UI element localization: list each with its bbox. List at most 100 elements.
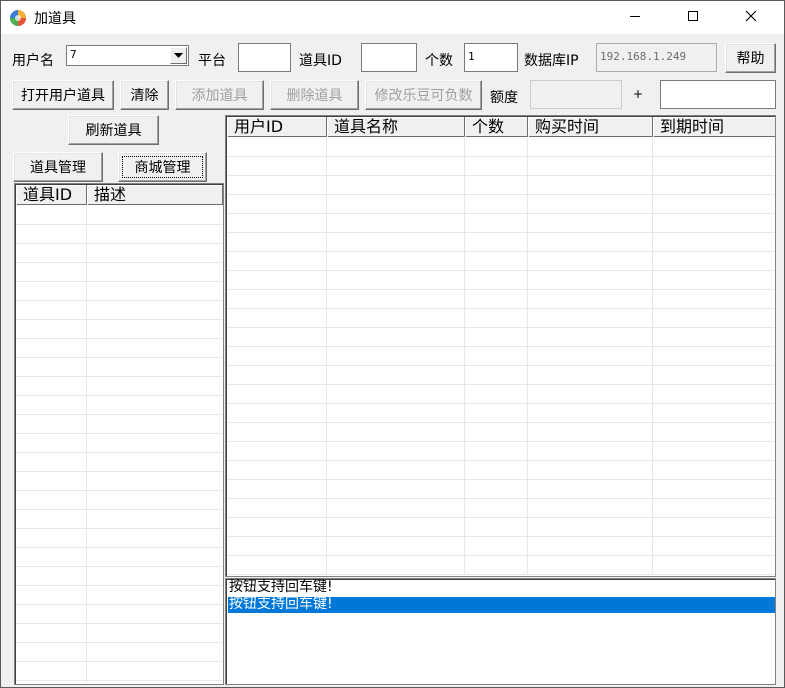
add-item-button[interactable]: 添加道具 — [175, 80, 264, 110]
grid-row-line — [227, 270, 774, 271]
grid-row-line — [227, 327, 774, 328]
grid-row-line — [16, 509, 222, 510]
grid-row-line — [227, 308, 774, 309]
column-count[interactable]: 个数 — [465, 117, 528, 137]
column-expire-time[interactable]: 到期时间 — [653, 117, 775, 137]
grid-row-line — [16, 395, 222, 396]
grid-row-line — [16, 585, 222, 586]
grid-row-line — [16, 452, 222, 453]
grid-row-line — [227, 536, 774, 537]
username-combobox[interactable]: 7 — [66, 45, 189, 66]
platform-input[interactable] — [238, 43, 291, 72]
grid-row-line — [16, 319, 222, 320]
grid-row-line — [227, 346, 774, 347]
plus-label: + — [633, 87, 644, 101]
column-user-id[interactable]: 用户ID — [227, 117, 327, 137]
grid-row-line — [227, 498, 774, 499]
item-list-header: 道具ID 描述 — [16, 185, 223, 205]
log-line[interactable]: 按钮支持回车键! — [228, 580, 775, 596]
close-button[interactable] — [722, 1, 780, 34]
item-list-grid — [16, 206, 222, 683]
item-manage-button[interactable]: 道具管理 — [13, 152, 103, 182]
grid-row-line — [16, 604, 222, 605]
grid-row-line — [16, 661, 222, 662]
grid-row-line — [227, 479, 774, 480]
main-window: 加道具 用户名 7 平台 道具ID 个数 1 数据库IP 192.168.1.2… — [0, 0, 785, 688]
db-ip-label: 数据库IP — [524, 53, 579, 69]
delete-item-button[interactable]: 删除道具 — [270, 80, 359, 110]
grid-row-line — [227, 175, 774, 176]
db-ip-field[interactable]: 192.168.1.249 — [596, 43, 717, 72]
maximize-icon — [687, 10, 699, 26]
grid-row-line — [227, 156, 774, 157]
window-title: 加道具 — [34, 11, 76, 27]
quota-label: 额度 — [490, 90, 518, 106]
grid-column-line — [86, 206, 87, 683]
user-items-grid — [227, 138, 774, 575]
column-description[interactable]: 描述 — [87, 185, 223, 205]
grid-row-line — [16, 566, 222, 567]
grid-column-line — [652, 138, 653, 575]
refresh-items-button[interactable]: 刷新道具 — [68, 115, 159, 145]
grid-column-line — [326, 138, 327, 575]
grid-row-line — [16, 357, 222, 358]
grid-row-line — [16, 376, 222, 377]
title-bar[interactable]: 加道具 — [1, 1, 784, 34]
grid-row-line — [16, 262, 222, 263]
grid-row-line — [16, 281, 222, 282]
grid-column-line — [464, 138, 465, 575]
grid-row-line — [227, 194, 774, 195]
column-item-name[interactable]: 道具名称 — [327, 117, 465, 137]
grid-row-line — [227, 403, 774, 404]
column-item-id[interactable]: 道具ID — [16, 185, 87, 205]
grid-row-line — [16, 243, 222, 244]
colorful-ball-icon — [9, 9, 27, 27]
grid-row-line — [227, 441, 774, 442]
modify-ledou-button[interactable]: 修改乐豆可负数 — [365, 80, 482, 110]
user-items-table[interactable]: 用户ID 道具名称 个数 购买时间 到期时间 — [225, 115, 776, 577]
grid-row-line — [227, 422, 774, 423]
chevron-down-icon[interactable] — [170, 47, 187, 64]
grid-row-line — [16, 623, 222, 624]
grid-row-line — [16, 300, 222, 301]
open-user-items-button[interactable]: 打开用户道具 — [12, 80, 114, 110]
log-listbox[interactable]: 按钮支持回车键! 按钮支持回车键! — [225, 578, 776, 685]
platform-label: 平台 — [198, 53, 226, 69]
username-value: 7 — [70, 48, 77, 61]
grid-row-line — [227, 213, 774, 214]
minimize-icon — [629, 10, 641, 26]
column-purchase-time[interactable]: 购买时间 — [528, 117, 653, 137]
grid-row-line — [16, 224, 222, 225]
grid-row-line — [227, 460, 774, 461]
grid-row-line — [16, 547, 222, 548]
close-icon — [745, 10, 757, 26]
grid-row-line — [16, 471, 222, 472]
grid-row-line — [16, 433, 222, 434]
grid-row-line — [227, 251, 774, 252]
grid-row-line — [227, 289, 774, 290]
extra-input[interactable] — [660, 80, 776, 109]
count-label: 个数 — [425, 53, 453, 69]
user-items-table-header: 用户ID 道具名称 个数 购买时间 到期时间 — [227, 117, 775, 137]
grid-row-line — [16, 490, 222, 491]
help-button[interactable]: 帮助 — [725, 43, 776, 73]
item-id-input[interactable] — [361, 43, 417, 72]
grid-row-line — [16, 680, 222, 681]
quota-input[interactable] — [530, 80, 622, 109]
grid-column-line — [527, 138, 528, 575]
item-id-label: 道具ID — [299, 50, 342, 70]
item-list[interactable]: 道具ID 描述 — [14, 183, 224, 685]
grid-row-line — [16, 642, 222, 643]
grid-row-line — [227, 365, 774, 366]
grid-row-line — [227, 555, 774, 556]
username-label: 用户名 — [12, 53, 54, 69]
maximize-button[interactable] — [664, 1, 722, 34]
minimize-button[interactable] — [606, 1, 664, 34]
grid-row-line — [227, 384, 774, 385]
log-line-selected[interactable]: 按钮支持回车键! — [228, 597, 775, 613]
count-input[interactable]: 1 — [464, 43, 518, 72]
shop-manage-button[interactable]: 商城管理 — [118, 152, 207, 182]
grid-row-line — [227, 574, 774, 575]
grid-row-line — [16, 338, 222, 339]
clear-button[interactable]: 清除 — [120, 80, 169, 110]
